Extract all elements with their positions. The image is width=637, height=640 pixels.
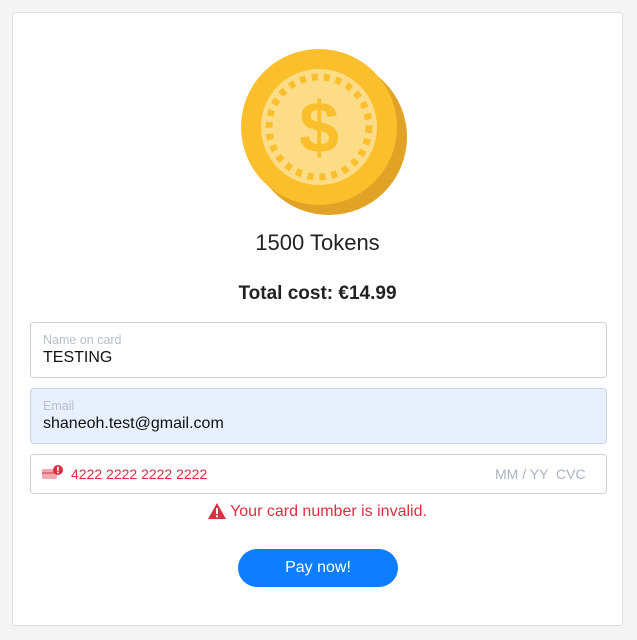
- name-on-card-value[interactable]: TESTING: [43, 349, 112, 367]
- email-label: Email: [43, 399, 75, 413]
- card-error-icon: [42, 465, 64, 486]
- name-on-card-field[interactable]: Name on card TESTING: [30, 322, 607, 378]
- total-cost: Total cost: €14.99: [238, 283, 397, 304]
- card-number-value[interactable]: 4222 2222 2222 2222: [71, 466, 207, 482]
- warning-icon: [208, 503, 227, 524]
- checkout-card: $ 1500 Tokens Total cost: €14.99 Name on…: [12, 12, 623, 626]
- error-text: Your card number is invalid.: [230, 503, 427, 520]
- cvc-input[interactable]: CVC: [556, 466, 586, 482]
- card-number-field[interactable]: 4222 2222 2222 2222 MM / YY CVC: [30, 454, 607, 494]
- card-error-message: Your card number is invalid.: [13, 503, 622, 524]
- email-field[interactable]: Email shaneoh.test@gmail.com: [30, 388, 607, 444]
- expiry-input[interactable]: MM / YY: [495, 466, 548, 482]
- gold-coin-icon: $: [231, 41, 411, 226]
- email-value[interactable]: shaneoh.test@gmail.com: [43, 415, 224, 433]
- name-on-card-label: Name on card: [43, 333, 122, 347]
- product-name: 1500 Tokens: [255, 230, 380, 255]
- svg-text:$: $: [299, 88, 339, 168]
- pay-now-button[interactable]: Pay now!: [238, 549, 398, 587]
